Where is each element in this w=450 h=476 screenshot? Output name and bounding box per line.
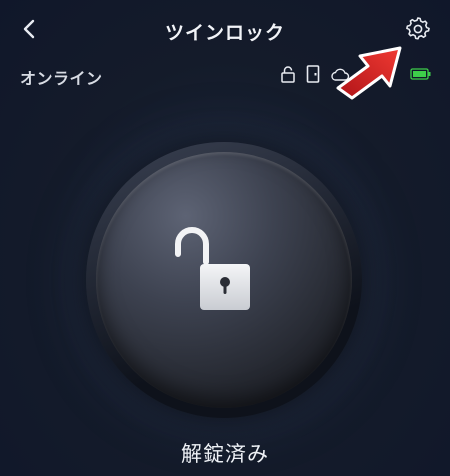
unlocked-padlock-icon — [168, 224, 258, 314]
gear-icon — [406, 17, 430, 40]
page-title: ツインロック — [164, 22, 285, 44]
status-row: オンライン — [20, 62, 432, 88]
lock-state-label: 解錠済み — [181, 442, 269, 466]
header: ツインロック — [0, 0, 450, 60]
lock-open-icon — [280, 65, 296, 83]
settings-button[interactable] — [404, 15, 432, 43]
status-icons — [280, 65, 432, 83]
battery-icon — [410, 68, 432, 80]
lock-screen: ツインロック オンライン 解錠済み — [0, 0, 450, 476]
door-icon — [306, 65, 320, 83]
connection-status: オンライン — [20, 69, 103, 88]
cloud-icon — [330, 67, 350, 81]
